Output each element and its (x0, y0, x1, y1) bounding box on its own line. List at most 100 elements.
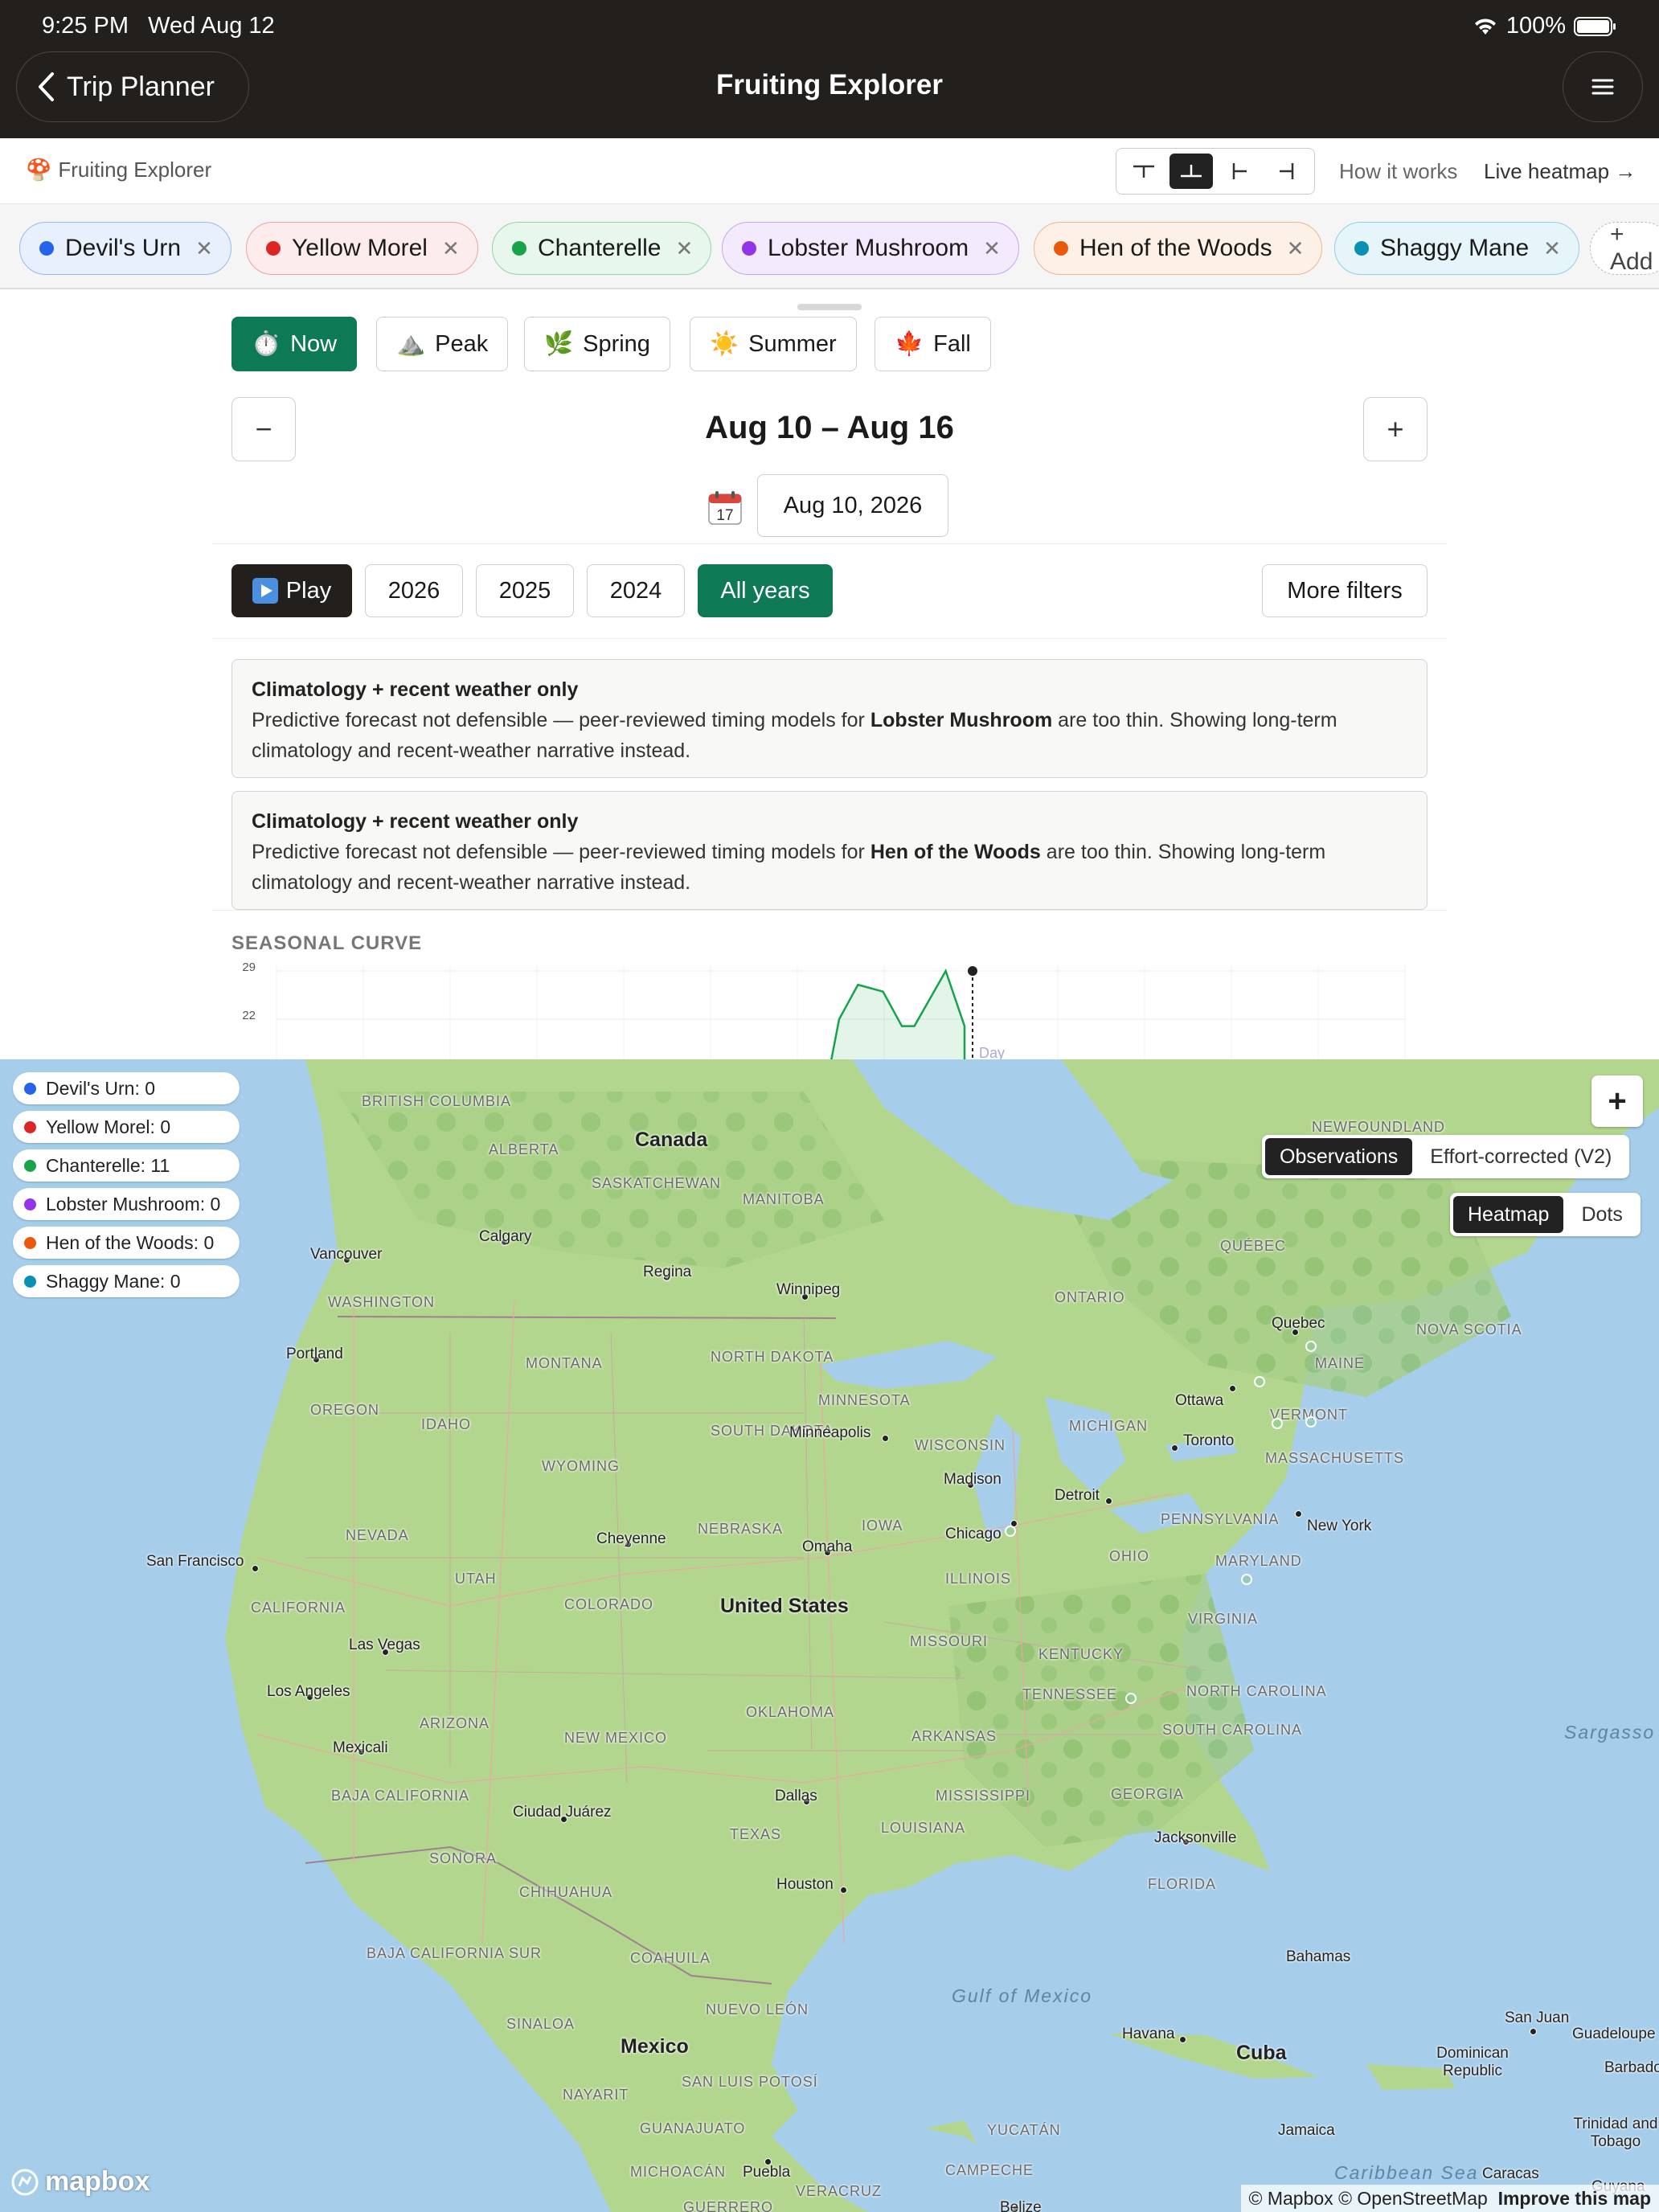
legend-dot (24, 1159, 36, 1172)
layout-bottom-button[interactable] (1169, 154, 1214, 189)
city-dot (882, 1435, 889, 1442)
map-label-region: COAHUILA (630, 1950, 711, 1966)
observation-marker[interactable] (1125, 1693, 1137, 1704)
layout-right-button[interactable] (1265, 154, 1309, 189)
observation-marker[interactable] (1305, 1416, 1317, 1428)
map-label-region: GUERRERO (683, 2199, 774, 2212)
map-label-city: Chicago (945, 1526, 1002, 1542)
map-label-region: SONORA (429, 1850, 498, 1866)
map-label-region: NUEVO LEÓN (706, 2001, 809, 2017)
effort-corrected-toggle[interactable]: Effort-corrected (V2) (1415, 1138, 1626, 1175)
species-chip-yellow-morel[interactable]: Yellow Morel ✕ (246, 222, 478, 275)
more-filters-button[interactable]: More filters (1262, 564, 1428, 617)
remove-chip-icon[interactable]: ✕ (1287, 236, 1305, 261)
attribution-text[interactable]: © Mapbox © OpenStreetMap (1249, 2188, 1488, 2209)
map-label-city: Calgary (479, 1228, 532, 1245)
map-label-city: Houston (776, 1876, 834, 1893)
map-legend-item: Yellow Morel: 0 (13, 1111, 240, 1143)
zoom-in-button[interactable]: + (1591, 1075, 1643, 1127)
dots-toggle[interactable]: Dots (1567, 1196, 1636, 1233)
brand: 🍄 Fruiting Explorer (26, 158, 211, 182)
season-tab-now[interactable]: ⏱️ Now (231, 317, 358, 371)
map-label-region: OKLAHOMA (746, 1704, 835, 1720)
map-label-city: Mexicali (333, 1739, 388, 1756)
year-2025-button[interactable]: 2025 (476, 564, 574, 617)
all-years-button[interactable]: All years (698, 564, 833, 617)
remove-chip-icon[interactable]: ✕ (983, 236, 1001, 261)
map-label-city: Belize (1000, 2199, 1042, 2212)
map-label-region: NAYARIT (563, 2087, 629, 2103)
city-dot (1171, 1444, 1178, 1452)
drag-handle[interactable] (797, 304, 862, 310)
map-label-sea: Caribbean Sea (1334, 2162, 1479, 2183)
species-chip-label: Chanterelle (538, 235, 662, 261)
control-panel: ⏱️ Now ⛰️ Peak 🌿 Spring ☀️ Summer 🍁 Fall − Au… (0, 289, 1659, 1059)
heatmap-toggle[interactable]: Heatmap (1453, 1196, 1564, 1233)
year-2024-button[interactable]: 2024 (587, 564, 685, 617)
season-tab-fall[interactable]: 🍁 Fall (875, 317, 991, 371)
seasonal-curve-label: SEASONAL CURVE (231, 932, 423, 954)
species-chip-devils-urn[interactable]: Devil's Urn ✕ (19, 222, 231, 275)
seasonal-curve-line (830, 968, 966, 1059)
species-chip-lobster-mushroom[interactable]: Lobster Mushroom ✕ (722, 222, 1019, 275)
layout-left-icon (1232, 163, 1247, 179)
map-label-city: Quebec (1272, 1315, 1325, 1332)
map-label-region: BRITISH COLUMBIA (362, 1093, 512, 1109)
layout-left-button[interactable] (1218, 154, 1261, 189)
map-view[interactable]: Devil's Urn: 0 Yellow Morel: 0 Chanterel… (0, 1059, 1659, 2212)
observation-marker[interactable] (1005, 1526, 1016, 1537)
notice-body-line2: climatology and recent-weather narrative… (252, 871, 691, 894)
notice-title: Climatology + recent weather only (252, 810, 579, 833)
layout-right-icon (1280, 163, 1294, 179)
map-label-region: VERACRUZ (796, 2183, 883, 2199)
menu-button[interactable] (1563, 51, 1643, 122)
map-label-region: MAINE (1315, 1355, 1366, 1371)
map-label-city: Omaha (802, 1538, 853, 1555)
map-label-city: Madison (944, 1471, 1002, 1488)
next-week-button[interactable]: + (1363, 397, 1428, 461)
improve-map-link[interactable]: Improve this map (1498, 2188, 1651, 2209)
remove-chip-icon[interactable]: ✕ (1543, 236, 1561, 261)
remove-chip-icon[interactable]: ✕ (675, 236, 693, 261)
map-label-city: Ciudad Juárez (513, 1804, 612, 1821)
add-species-button[interactable]: + Add (1590, 221, 1659, 275)
season-tab-spring[interactable]: 🌿 Spring (524, 317, 670, 371)
observation-marker[interactable] (1272, 1418, 1283, 1429)
year-2026-button[interactable]: 2026 (365, 564, 463, 617)
date-picker-input[interactable]: Aug 10, 2026 (757, 474, 948, 537)
remove-chip-icon[interactable]: ✕ (195, 236, 213, 261)
map-label-region: ARKANSAS (911, 1728, 997, 1744)
page-title: Fruiting Explorer (716, 69, 943, 100)
map-label-region: MISSISSIPPI (936, 1788, 1031, 1804)
legend-dot (24, 1198, 36, 1210)
how-it-works-link[interactable]: How it works (1339, 159, 1457, 184)
layout-top-icon (1133, 165, 1154, 178)
species-chip-hen-of-the-woods[interactable]: Hen of the Woods ✕ (1034, 222, 1323, 275)
map-label-city: Winnipeg (776, 1281, 841, 1298)
battery-percent: 100% (1505, 13, 1566, 39)
observation-marker[interactable] (1254, 1376, 1265, 1387)
map-label-region: CALIFORNIA (251, 1600, 346, 1616)
map-label-city: Ottawa (1175, 1392, 1224, 1409)
legend-dot (24, 1275, 36, 1288)
map-label-city: Bahamas (1286, 1948, 1351, 1965)
observations-toggle[interactable]: Observations (1265, 1138, 1413, 1175)
play-button[interactable]: Play (231, 564, 352, 617)
map-label-region: NEVADA (346, 1527, 409, 1543)
observation-marker[interactable] (1305, 1341, 1317, 1352)
observation-marker[interactable] (1241, 1574, 1252, 1585)
remove-chip-icon[interactable]: ✕ (442, 236, 460, 261)
species-chip-shaggy-mane[interactable]: Shaggy Mane ✕ (1334, 222, 1579, 275)
status-time: 9:25 PM Wed Aug 12 (42, 13, 275, 39)
map-label-city: Jamaica (1278, 2122, 1335, 2139)
species-color-dot (742, 241, 756, 256)
notice-card: Climatology + recent weather only Predic… (231, 791, 1428, 910)
map-attribution: © Mapbox © OpenStreetMap Improve this ma… (1240, 2185, 1659, 2212)
live-heatmap-link[interactable]: Live heatmap → (1484, 159, 1636, 184)
marker-label: Day (979, 1045, 1005, 1059)
layout-top-button[interactable] (1122, 154, 1165, 189)
species-chip-chanterelle[interactable]: Chanterelle ✕ (492, 222, 712, 275)
svg-text:17: 17 (716, 507, 733, 524)
season-tab-peak[interactable]: ⛰️ Peak (376, 317, 509, 371)
season-tab-summer[interactable]: ☀️ Summer (690, 317, 857, 371)
